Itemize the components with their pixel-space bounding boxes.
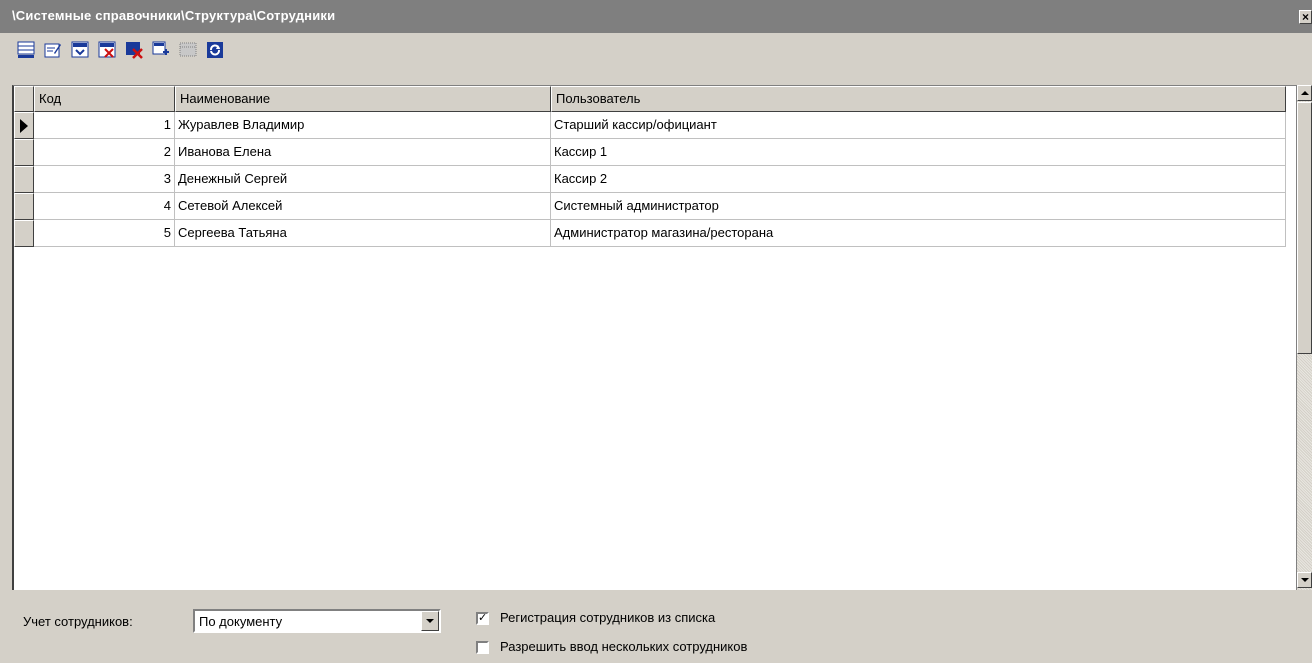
window-title: \Системные справочники\Структура\Сотрудн… [12, 8, 336, 23]
cell-user[interactable]: Старший кассир/официант [551, 112, 1286, 139]
allow-multiple-label[interactable]: Разрешить ввод нескольких сотрудников [500, 639, 747, 654]
table-row[interactable]: 1 Журавлев Владимир Старший кассир/офици… [14, 112, 1286, 139]
allow-multiple-checkbox[interactable] [476, 641, 489, 654]
dropdown-button[interactable] [421, 611, 439, 631]
column-header-name[interactable]: Наименование [175, 86, 551, 112]
cell-code[interactable]: 4 [34, 193, 175, 220]
accounting-select[interactable]: По документу [193, 609, 441, 633]
cell-name[interactable]: Иванова Елена [175, 139, 551, 166]
delete-record-icon[interactable] [122, 38, 145, 61]
table-row[interactable]: 4 Сетевой Алексей Системный администрато… [14, 193, 1286, 220]
accounting-label: Учет сотрудников: [23, 614, 133, 629]
column-header-code[interactable]: Код [34, 86, 175, 112]
cell-code[interactable]: 2 [34, 139, 175, 166]
edit-record-icon[interactable] [41, 38, 64, 61]
cancel-record-icon[interactable] [95, 38, 118, 61]
scroll-up-button[interactable] [1297, 85, 1312, 101]
row-indicator[interactable] [14, 112, 34, 139]
scroll-thumb[interactable] [1297, 102, 1312, 354]
cell-user[interactable]: Системный администратор [551, 193, 1286, 220]
arrow-down-icon [1301, 578, 1309, 582]
filter-icon[interactable] [176, 38, 199, 61]
cell-name[interactable]: Денежный Сергей [175, 166, 551, 193]
toolbar [14, 38, 226, 68]
table-row[interactable]: 3 Денежный Сергей Кассир 2 [14, 166, 1286, 193]
table-row[interactable]: 2 Иванова Елена Кассир 1 [14, 139, 1286, 166]
cell-code[interactable]: 3 [34, 166, 175, 193]
row-indicator[interactable] [14, 220, 34, 247]
cell-name[interactable]: Сергеева Татьяна [175, 220, 551, 247]
cell-user[interactable]: Кассир 2 [551, 166, 1286, 193]
arrow-up-icon [1301, 91, 1309, 95]
save-record-icon[interactable] [68, 38, 91, 61]
close-button[interactable]: × [1299, 10, 1312, 24]
column-header-user[interactable]: Пользователь [551, 86, 1286, 112]
current-row-arrow-icon [20, 119, 28, 133]
cell-code[interactable]: 1 [34, 112, 175, 139]
header-indicator-cell [14, 86, 34, 112]
cell-user[interactable]: Кассир 1 [551, 139, 1286, 166]
table-row[interactable]: 5 Сергеева Татьяна Администратор магазин… [14, 220, 1286, 247]
refresh-icon[interactable] [203, 38, 226, 61]
cell-user[interactable]: Администратор магазина/ресторана [551, 220, 1286, 247]
cell-code[interactable]: 5 [34, 220, 175, 247]
copy-record-icon[interactable] [149, 38, 172, 61]
scroll-down-button[interactable] [1297, 572, 1312, 588]
accounting-select-value: По документу [199, 614, 283, 629]
row-indicator[interactable] [14, 166, 34, 193]
cell-name[interactable]: Журавлев Владимир [175, 112, 551, 139]
row-indicator[interactable] [14, 193, 34, 220]
register-from-list-checkbox[interactable]: ✓ [476, 612, 489, 625]
row-indicator[interactable] [14, 139, 34, 166]
cell-name[interactable]: Сетевой Алексей [175, 193, 551, 220]
vertical-scrollbar[interactable] [1296, 85, 1312, 590]
chevron-down-icon [426, 619, 434, 623]
title-bar: \Системные справочники\Структура\Сотрудн… [0, 0, 1312, 33]
register-from-list-label[interactable]: Регистрация сотрудников из списка [500, 610, 715, 625]
insert-record-icon[interactable] [14, 38, 37, 61]
employees-grid: Код Наименование Пользователь 1 Журавлев… [12, 85, 1296, 590]
